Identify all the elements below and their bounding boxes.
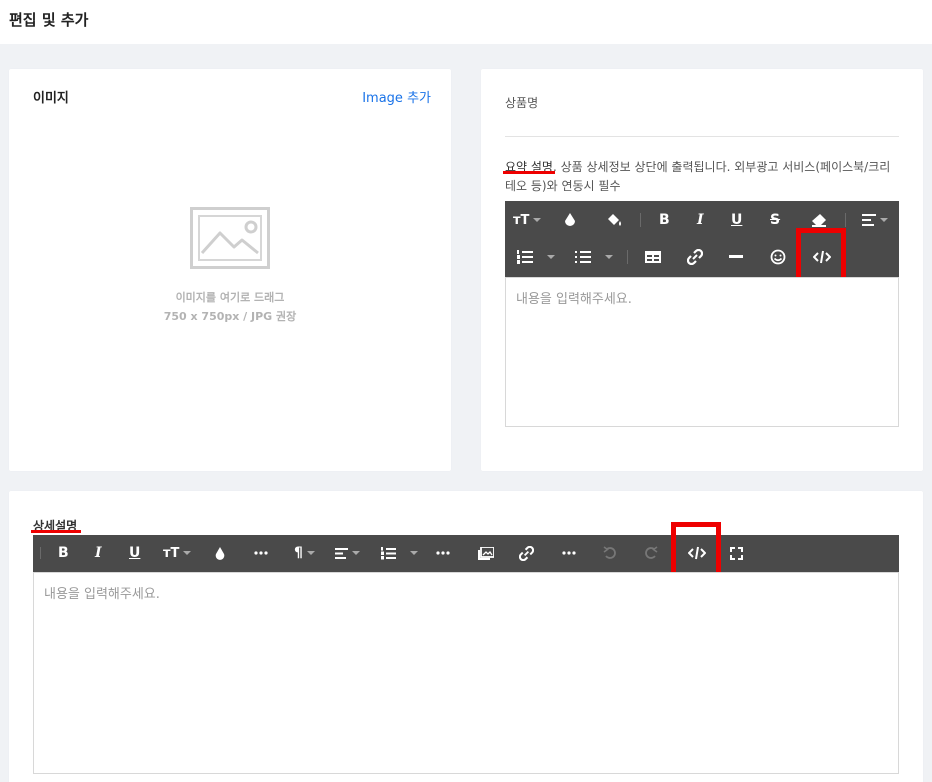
bold-button[interactable]: B [58, 542, 69, 564]
ordered-list-dropdown[interactable] [406, 542, 418, 564]
detail-card: 상세설명 B I U тT ¶ 내용을 입력해주세요. [9, 491, 923, 782]
bold-button[interactable]: B [659, 209, 670, 231]
image-insert-icon[interactable] [478, 542, 494, 564]
strikethrough-button[interactable]: S [770, 209, 780, 231]
chevron-down-icon [547, 255, 555, 259]
redo-icon[interactable] [644, 542, 658, 564]
text-color-icon[interactable] [563, 209, 577, 231]
summary-description-label: 요약 설명. 상품 상세정보 상단에 출력됩니다. 외부광고 서비스(페이스북/… [505, 158, 901, 196]
fullscreen-icon[interactable] [730, 542, 743, 564]
detail-editor-toolbar: B I U тT ¶ [33, 535, 899, 572]
more-icon[interactable] [436, 542, 450, 564]
link-icon[interactable] [519, 542, 534, 564]
add-image-link[interactable]: Image 추가 [362, 87, 431, 106]
background-color-icon[interactable] [605, 209, 623, 231]
align-button[interactable] [335, 542, 360, 564]
font-size-button[interactable]: тT [163, 542, 192, 564]
italic-button[interactable]: I [697, 209, 704, 231]
chevron-down-icon [410, 551, 418, 555]
image-drop-hint: 이미지를 여기로 드래그 [175, 291, 285, 304]
align-button[interactable] [862, 209, 888, 231]
italic-button[interactable]: I [95, 542, 102, 564]
summary-help-text: . 상품 상세정보 상단에 출력됩니다. 외부광고 서비스(페이스북/크리테오 … [505, 160, 891, 193]
emoji-icon[interactable] [770, 246, 786, 268]
product-name-label: 상품명 [505, 96, 539, 110]
detail-editor[interactable]: 내용을 입력해주세요. [33, 572, 899, 774]
page-header: 편집 및 추가 [0, 0, 932, 44]
image-size-hint: 750 x 750px / JPG 권장 [163, 310, 297, 323]
chevron-down-icon [880, 218, 888, 222]
bullet-list-dropdown[interactable] [601, 246, 613, 268]
ordered-list-dropdown[interactable] [543, 246, 555, 268]
product-name-input[interactable] [505, 136, 899, 137]
ordered-list-icon[interactable] [381, 542, 396, 564]
summary-editor[interactable]: 내용을 입력해주세요. [505, 277, 899, 427]
ordered-list-icon[interactable] [517, 246, 533, 268]
summary-underline-mark [503, 171, 555, 174]
horizontal-rule-icon[interactable] [729, 246, 743, 268]
page-title: 편집 및 추가 [9, 11, 89, 29]
image-card-title: 이미지 [33, 91, 69, 106]
link-icon[interactable] [687, 246, 703, 268]
underline-button[interactable]: U [731, 209, 742, 231]
more-icon[interactable] [562, 542, 576, 564]
summary-editor-placeholder: 내용을 입력해주세요. [516, 292, 632, 307]
font-size-button[interactable]: тT [513, 209, 542, 231]
paragraph-button[interactable]: ¶ [294, 542, 315, 564]
table-icon[interactable] [645, 246, 661, 268]
undo-icon[interactable] [603, 542, 617, 564]
product-card: 상품명 요약 설명. 상품 상세정보 상단에 출력됩니다. 외부광고 서비스(페… [481, 69, 923, 471]
chevron-down-icon [352, 551, 360, 555]
chevron-down-icon [306, 551, 315, 555]
underline-button[interactable]: U [129, 542, 140, 564]
text-color-icon[interactable] [214, 542, 226, 564]
bullet-list-icon[interactable] [575, 246, 591, 268]
chevron-down-icon [183, 551, 192, 555]
chevron-down-icon [605, 255, 613, 259]
image-placeholder-icon[interactable] [190, 207, 270, 269]
chevron-down-icon [533, 218, 542, 222]
more-icon[interactable] [254, 542, 268, 564]
image-card: 이미지 Image 추가 이미지를 여기로 드래그 750 x 750px / … [9, 69, 451, 471]
detail-underline-mark [31, 530, 81, 533]
detail-editor-placeholder: 내용을 입력해주세요. [44, 587, 160, 602]
